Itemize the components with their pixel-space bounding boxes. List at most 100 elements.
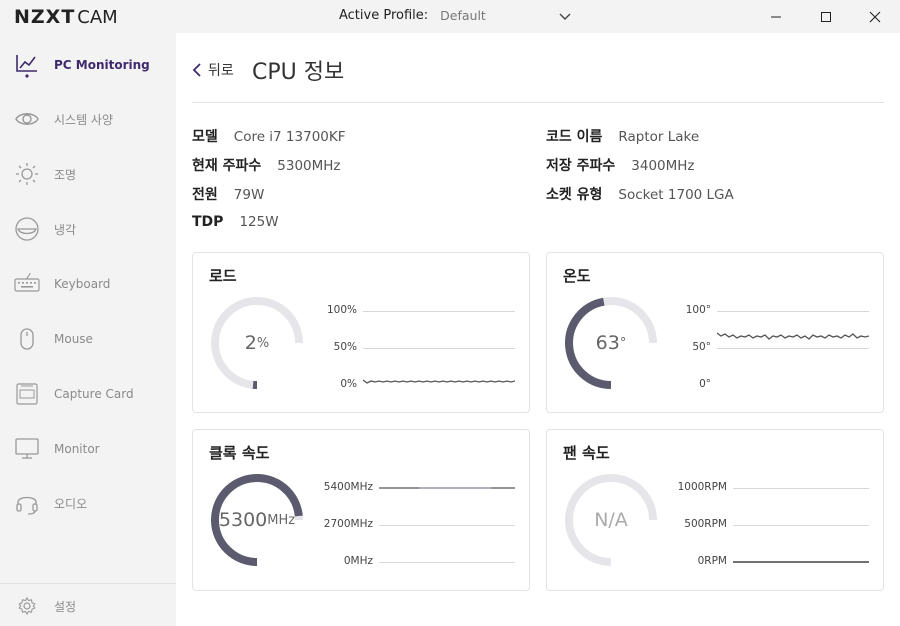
back-button[interactable]: 뒤로 [192, 60, 234, 80]
title-bar: NZXT CAM Active Profile: Default [0, 0, 900, 33]
spec-key: 모델 [192, 129, 218, 145]
clock-speed-card: 클록 속도 5300 MHz 5400MHz 2700MHz 0MHz [192, 429, 530, 591]
spec-key: TDP [192, 214, 224, 230]
profile-label: Active Profile: [339, 8, 429, 23]
gauge-unit: % [256, 335, 270, 351]
sidebar-item-label: 설정 [54, 599, 77, 614]
spec-value: 79W [233, 187, 265, 203]
spec-base-frequency: 저장 주파수 3400MHz [546, 155, 695, 175]
load-gauge-value: 2% [207, 293, 307, 393]
card-title: 온도 [563, 267, 591, 285]
sidebar-item-label: 조명 [54, 167, 77, 182]
line-chart-icon [14, 52, 40, 78]
clock-speed-history-line [379, 487, 515, 489]
gauge-number: 2 [244, 332, 257, 354]
spec-key: 저장 주파수 [546, 158, 616, 174]
spec-value: Core i7 13700KF [233, 129, 346, 145]
axis-label-top: 100° [685, 304, 711, 316]
headset-icon [14, 490, 40, 516]
sidebar-item-label: 시스템 사양 [54, 112, 114, 127]
axis-label-top: 5400MHz [323, 481, 373, 493]
spec-socket-type: 소켓 유형 Socket 1700 LGA [546, 184, 734, 204]
spec-value: Raptor Lake [618, 129, 700, 145]
sidebar-item-monitor[interactable]: Monitor [0, 429, 176, 469]
main-content: 뒤로 CPU 정보 모델 Core i7 13700KF 현재 주파수 5300… [176, 33, 900, 626]
axis-label-bottom: 0% [340, 378, 357, 390]
eye-icon [14, 106, 40, 132]
gauge-unit: ° [619, 335, 627, 351]
axis-label-bottom: 0° [699, 378, 711, 390]
spec-value: 5300MHz [277, 158, 341, 174]
sidebar-item-cooling[interactable]: 냉각 [0, 209, 176, 249]
page-title: CPU 정보 [252, 60, 345, 85]
sidebar-item-keyboard[interactable]: Keyboard [0, 264, 176, 304]
gridline [717, 348, 869, 349]
card-title: 로드 [209, 267, 237, 285]
spec-key: 코드 이름 [546, 129, 603, 145]
sidebar-item-label: Capture Card [54, 387, 134, 401]
app-logo: NZXT CAM [14, 6, 118, 28]
sidebar-item-capture-card[interactable]: Capture Card [0, 374, 176, 414]
minimize-icon [771, 16, 781, 18]
gridline [363, 311, 515, 312]
spec-code-name: 코드 이름 Raptor Lake [546, 126, 699, 146]
spec-tdp: TDP 125W [192, 214, 279, 230]
spec-key: 소켓 유형 [546, 187, 603, 203]
card-title: 클록 속도 [209, 444, 270, 462]
minimize-button[interactable] [765, 6, 787, 28]
spec-model: 모델 Core i7 13700KF [192, 126, 346, 146]
close-icon [869, 11, 881, 23]
fan-speed-history-line [733, 561, 869, 563]
chevron-left-icon [192, 63, 201, 77]
temperature-gauge-value: 63 ° [561, 293, 661, 393]
gridline [363, 348, 515, 349]
sidebar-item-lighting[interactable]: 조명 [0, 154, 176, 194]
sidebar-item-settings[interactable]: 설정 [0, 586, 176, 626]
gridline [733, 488, 869, 489]
clock-speed-gauge-value: 5300 MHz [207, 470, 307, 570]
sidebar-item-mouse[interactable]: Mouse [0, 319, 176, 359]
sidebar-divider [0, 583, 176, 584]
sidebar-item-label: Monitor [54, 442, 100, 456]
monitor-icon [14, 436, 40, 462]
logo-app: CAM [77, 7, 118, 28]
gauge-number: 5300 [218, 509, 268, 531]
load-history-line [363, 379, 515, 384]
gridline [379, 525, 515, 526]
temperature-card: 온도 63 ° 100° 50° 0° [546, 252, 884, 413]
cooler-icon [14, 216, 40, 242]
gear-icon [14, 593, 40, 619]
spec-key: 현재 주파수 [192, 158, 262, 174]
profile-selector[interactable]: Active Profile: Default [339, 8, 572, 23]
spec-power: 전원 79W [192, 184, 264, 204]
sidebar: PC Monitoring 시스템 사양 조명 냉각 Keyboard Mous… [0, 33, 176, 626]
gauge-number: 63 [595, 332, 620, 354]
sidebar-item-pc-monitoring[interactable]: PC Monitoring [0, 45, 176, 85]
sidebar-item-label: PC Monitoring [54, 58, 150, 72]
load-card: 로드 2% 100% 50% 0% [192, 252, 530, 413]
profile-value[interactable]: Default [440, 8, 486, 23]
card-title: 팬 속도 [563, 444, 610, 462]
axis-label-bottom: 0MHz [343, 555, 373, 567]
logo-brand: NZXT [14, 6, 76, 28]
chevron-down-icon[interactable] [558, 9, 572, 23]
spec-current-frequency: 현재 주파수 5300MHz [192, 155, 341, 175]
back-label: 뒤로 [208, 63, 234, 79]
close-button[interactable] [864, 6, 886, 28]
sidebar-item-audio[interactable]: 오디오 [0, 483, 176, 523]
title-divider [192, 102, 884, 103]
sidebar-item-label: Mouse [54, 332, 93, 346]
gridline [717, 311, 869, 312]
spec-value: 3400MHz [631, 158, 695, 174]
sidebar-item-system-specs[interactable]: 시스템 사양 [0, 99, 176, 139]
temperature-history-line [717, 332, 869, 340]
axis-label-top: 100% [326, 304, 357, 316]
spec-value: Socket 1700 LGA [618, 187, 734, 203]
sidebar-item-label: Keyboard [54, 277, 111, 291]
axis-label-mid: 50° [692, 341, 711, 353]
gridline [379, 562, 515, 563]
maximize-button[interactable] [815, 6, 837, 28]
gridline [733, 525, 869, 526]
capture-card-icon [14, 381, 40, 407]
sidebar-item-label: 오디오 [54, 496, 88, 511]
